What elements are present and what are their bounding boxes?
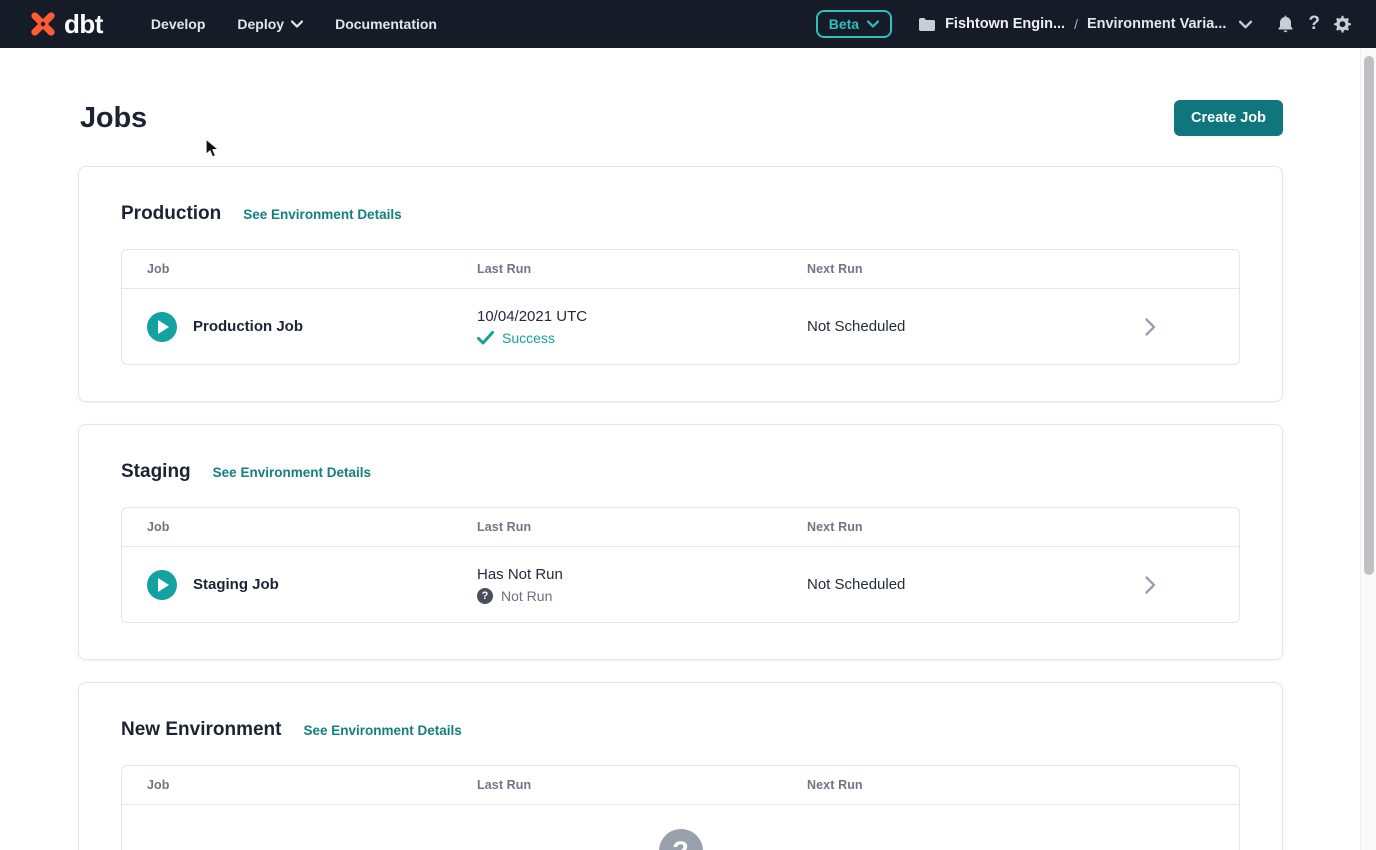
nav-item-deploy[interactable]: Deploy: [225, 8, 315, 40]
nav-item-develop-label: Develop: [151, 16, 205, 32]
nav-icon-group: ?: [1276, 13, 1352, 35]
column-header-next-run: Next Run: [807, 520, 1139, 534]
column-header-last-run: Last Run: [477, 262, 807, 276]
next-run-value: Not Scheduled: [807, 576, 1139, 593]
environment-card-staging: Staging See Environment Details Job Last…: [78, 424, 1283, 660]
see-environment-details-link[interactable]: See Environment Details: [213, 465, 371, 480]
top-navigation-bar: dbt Develop Deploy Documentation Beta Fi…: [0, 0, 1376, 48]
last-run-date: Has Not Run: [477, 566, 807, 583]
breadcrumb-project[interactable]: Environment Varia...: [1087, 16, 1226, 32]
chevron-right-icon[interactable]: [1145, 576, 1156, 594]
column-header-job: Job: [147, 520, 477, 534]
beta-dropdown[interactable]: Beta: [816, 10, 892, 38]
table-row-production-job[interactable]: Production Job 10/04/2021 UTC Success No…: [122, 288, 1239, 364]
nav-item-develop[interactable]: Develop: [139, 8, 217, 40]
main-content: Jobs Create Job Production See Environme…: [0, 48, 1360, 850]
last-run-date: 10/04/2021 UTC: [477, 308, 807, 325]
environment-card-production: Production See Environment Details Job L…: [78, 166, 1283, 402]
empty-jobs-state: ?: [122, 804, 1239, 850]
bell-icon[interactable]: [1276, 14, 1295, 34]
jobs-table: Job Last Run Next Run Staging Job Has No…: [121, 507, 1240, 623]
question-circle-icon: ?: [659, 829, 703, 850]
column-header-last-run: Last Run: [477, 520, 807, 534]
jobs-table: Job Last Run Next Run Production Job 10/…: [121, 249, 1240, 365]
run-job-play-button[interactable]: [147, 570, 177, 600]
dbt-logo-icon: [26, 7, 60, 41]
chevron-down-icon: [291, 20, 303, 28]
nav-menu: Develop Deploy Documentation: [139, 8, 449, 40]
nav-item-documentation-label: Documentation: [335, 16, 437, 32]
beta-label: Beta: [829, 16, 859, 32]
job-name[interactable]: Staging Job: [193, 576, 279, 593]
environment-name: Production: [121, 203, 221, 225]
project-breadcrumb[interactable]: Fishtown Engin... / Environment Varia...: [918, 16, 1252, 32]
jobs-table: Job Last Run Next Run ?: [121, 765, 1240, 850]
nav-item-deploy-label: Deploy: [237, 16, 284, 32]
column-header-job: Job: [147, 778, 477, 792]
next-run-value: Not Scheduled: [807, 318, 1139, 335]
see-environment-details-link[interactable]: See Environment Details: [303, 723, 461, 738]
run-job-play-button[interactable]: [147, 312, 177, 342]
chevron-down-icon: [867, 20, 879, 28]
folder-icon: [918, 17, 936, 32]
help-icon[interactable]: ?: [1308, 13, 1320, 35]
create-job-button[interactable]: Create Job: [1174, 100, 1283, 136]
column-header-next-run: Next Run: [807, 778, 1139, 792]
chevron-down-icon[interactable]: [1239, 20, 1252, 29]
nav-item-documentation[interactable]: Documentation: [323, 8, 449, 40]
table-row-staging-job[interactable]: Staging Job Has Not Run ? Not Run Not Sc…: [122, 546, 1239, 622]
see-environment-details-link[interactable]: See Environment Details: [243, 207, 401, 222]
environment-name: Staging: [121, 461, 191, 483]
jobs-table-header: Job Last Run Next Run: [122, 508, 1239, 546]
run-status-badge: Not Run: [501, 588, 552, 604]
help-icon-glyph: ?: [1308, 13, 1320, 35]
dbt-logo-text: dbt: [64, 11, 103, 37]
column-header-last-run: Last Run: [477, 778, 807, 792]
environment-header: Production See Environment Details: [121, 203, 1240, 225]
page-title: Jobs: [78, 102, 147, 135]
page-header: Jobs Create Job: [78, 100, 1283, 136]
environment-header: New Environment See Environment Details: [121, 719, 1240, 741]
jobs-table-header: Job Last Run Next Run: [122, 766, 1239, 804]
breadcrumb-separator: /: [1074, 16, 1078, 32]
scrollbar-thumb[interactable]: [1364, 56, 1374, 575]
job-name[interactable]: Production Job: [193, 318, 303, 335]
column-header-job: Job: [147, 262, 477, 276]
success-check-icon: [477, 331, 494, 345]
run-status-badge: Success: [502, 330, 555, 346]
page-scrollbar: [1360, 48, 1376, 850]
column-header-next-run: Next Run: [807, 262, 1139, 276]
dbt-logo[interactable]: dbt: [26, 7, 103, 41]
jobs-table-header: Job Last Run Next Run: [122, 250, 1239, 288]
environment-name: New Environment: [121, 719, 281, 741]
gear-icon[interactable]: [1333, 15, 1352, 34]
environment-header: Staging See Environment Details: [121, 461, 1240, 483]
breadcrumb-account[interactable]: Fishtown Engin...: [945, 16, 1065, 32]
chevron-right-icon[interactable]: [1145, 318, 1156, 336]
environment-card-new-environment: New Environment See Environment Details …: [78, 682, 1283, 850]
not-run-question-icon: ?: [477, 588, 493, 604]
